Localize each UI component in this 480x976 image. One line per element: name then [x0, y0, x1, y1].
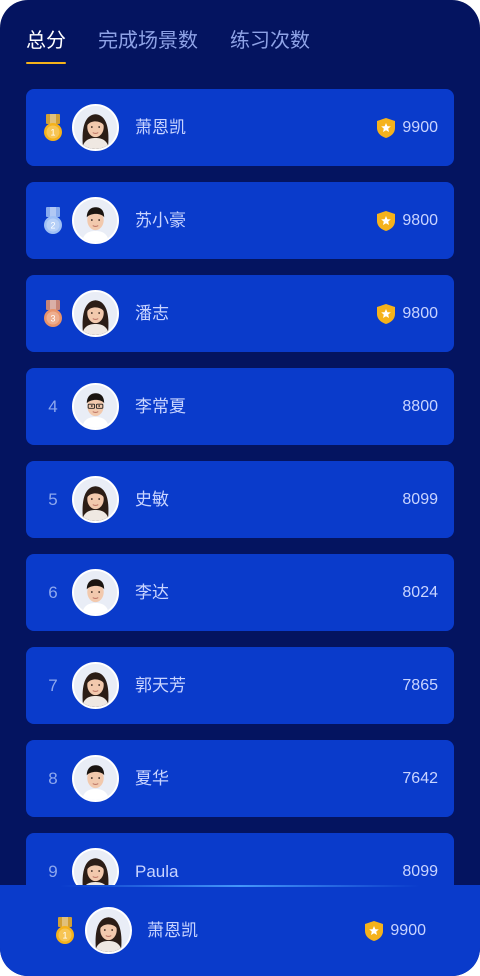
score-value: 9900	[402, 119, 438, 136]
score: 9900	[364, 885, 426, 976]
rank-row[interactable]: 5 史敏 8099	[26, 461, 454, 538]
rank-row[interactable]: 7 郭天芳 7865	[26, 647, 454, 724]
user-name: 潘志	[135, 304, 169, 323]
tab-completed-scenes[interactable]: 完成场景数	[98, 28, 198, 64]
ranking-list: 1 萧恩凯 9900 2 苏小豪 9800 3 潘志 9800 4 李常夏 8800 5 史敏 8099 6 李…	[26, 89, 454, 926]
user-name: 史敏	[135, 490, 169, 509]
rank-cell: 4	[40, 368, 66, 445]
avatar-icon	[74, 106, 117, 149]
rank-cell: 7	[40, 647, 66, 724]
svg-text:3: 3	[50, 313, 55, 323]
rank-number: 9	[48, 861, 58, 881]
score: 8800	[402, 368, 438, 445]
rank-row[interactable]: 6 李达 8024	[26, 554, 454, 631]
score-value: 8099	[402, 491, 438, 508]
score-value: 8024	[402, 584, 438, 601]
user-name: 郭天芳	[135, 676, 186, 695]
rank-row[interactable]: 2 苏小豪 9800	[26, 182, 454, 259]
score: 9900	[376, 89, 438, 166]
score: 7865	[402, 647, 438, 724]
rank-cell: 8	[40, 740, 66, 817]
rank-row[interactable]: 3 潘志 9800	[26, 275, 454, 352]
rank-number: 8	[48, 768, 58, 788]
rank-number: 5	[48, 489, 58, 509]
rank-number: 7	[48, 675, 58, 695]
avatar-icon	[87, 909, 130, 952]
avatar-icon	[74, 199, 117, 242]
score-value: 9900	[390, 922, 426, 939]
score-value: 9800	[402, 305, 438, 322]
svg-text:1: 1	[62, 930, 67, 940]
rank-row[interactable]: 1 萧恩凯 9900	[26, 89, 454, 166]
avatar	[72, 662, 119, 709]
leaderboard-screen: 总分 完成场景数 练习次数 1 萧恩凯 9900 2 苏小豪 9800 3 潘志 9800 4 李常…	[0, 0, 480, 976]
avatar	[72, 197, 119, 244]
score-value: 9800	[402, 212, 438, 229]
avatar	[72, 476, 119, 523]
medal-icon: 3	[44, 299, 62, 327]
avatar	[72, 383, 119, 430]
svg-text:1: 1	[50, 127, 55, 137]
avatar	[72, 290, 119, 337]
tab-bar: 总分 完成场景数 练习次数	[26, 28, 310, 64]
score: 9800	[376, 275, 438, 352]
score-value: 8800	[402, 398, 438, 415]
rank-number: 6	[48, 582, 58, 602]
rank-cell: 5	[40, 461, 66, 538]
score: 8024	[402, 554, 438, 631]
rank-number: 4	[48, 396, 58, 416]
medal-icon: 1	[44, 113, 62, 141]
medal-icon: 1	[56, 916, 74, 944]
shield-star-icon	[377, 303, 396, 324]
shield-star-icon	[377, 210, 396, 231]
tab-practice-count[interactable]: 练习次数	[230, 28, 310, 64]
rank-row[interactable]: 8 夏华 7642	[26, 740, 454, 817]
avatar-icon	[74, 664, 117, 707]
user-name: 夏华	[135, 769, 169, 788]
avatar-icon	[74, 385, 117, 428]
svg-text:2: 2	[50, 220, 55, 230]
shield-star-icon	[377, 117, 396, 138]
avatar-icon	[74, 292, 117, 335]
score: 7642	[402, 740, 438, 817]
rank-cell: 1	[52, 885, 78, 976]
score-value: 7865	[402, 677, 438, 694]
avatar-icon	[74, 757, 117, 800]
user-name: 萧恩凯	[135, 118, 186, 137]
avatar	[72, 104, 119, 151]
user-name: 苏小豪	[135, 211, 186, 230]
score: 9800	[376, 182, 438, 259]
avatar	[72, 569, 119, 616]
rank-cell: 3	[40, 275, 66, 352]
shield-star-icon	[365, 920, 384, 941]
rank-cell: 1	[40, 89, 66, 166]
avatar-icon	[74, 478, 117, 521]
rank-cell: 2	[40, 182, 66, 259]
avatar	[72, 755, 119, 802]
rank-cell: 6	[40, 554, 66, 631]
my-rank-bar[interactable]: 1 萧恩凯 9900	[0, 885, 480, 976]
score: 8099	[402, 461, 438, 538]
avatar-icon	[74, 571, 117, 614]
score-value: 7642	[402, 770, 438, 787]
user-name: 李达	[135, 583, 169, 602]
user-name: 萧恩凯	[147, 921, 198, 940]
user-name: 李常夏	[135, 397, 186, 416]
medal-icon: 2	[44, 206, 62, 234]
rank-row[interactable]: 4 李常夏 8800	[26, 368, 454, 445]
tab-total-score[interactable]: 总分	[26, 28, 66, 64]
avatar	[85, 907, 132, 954]
